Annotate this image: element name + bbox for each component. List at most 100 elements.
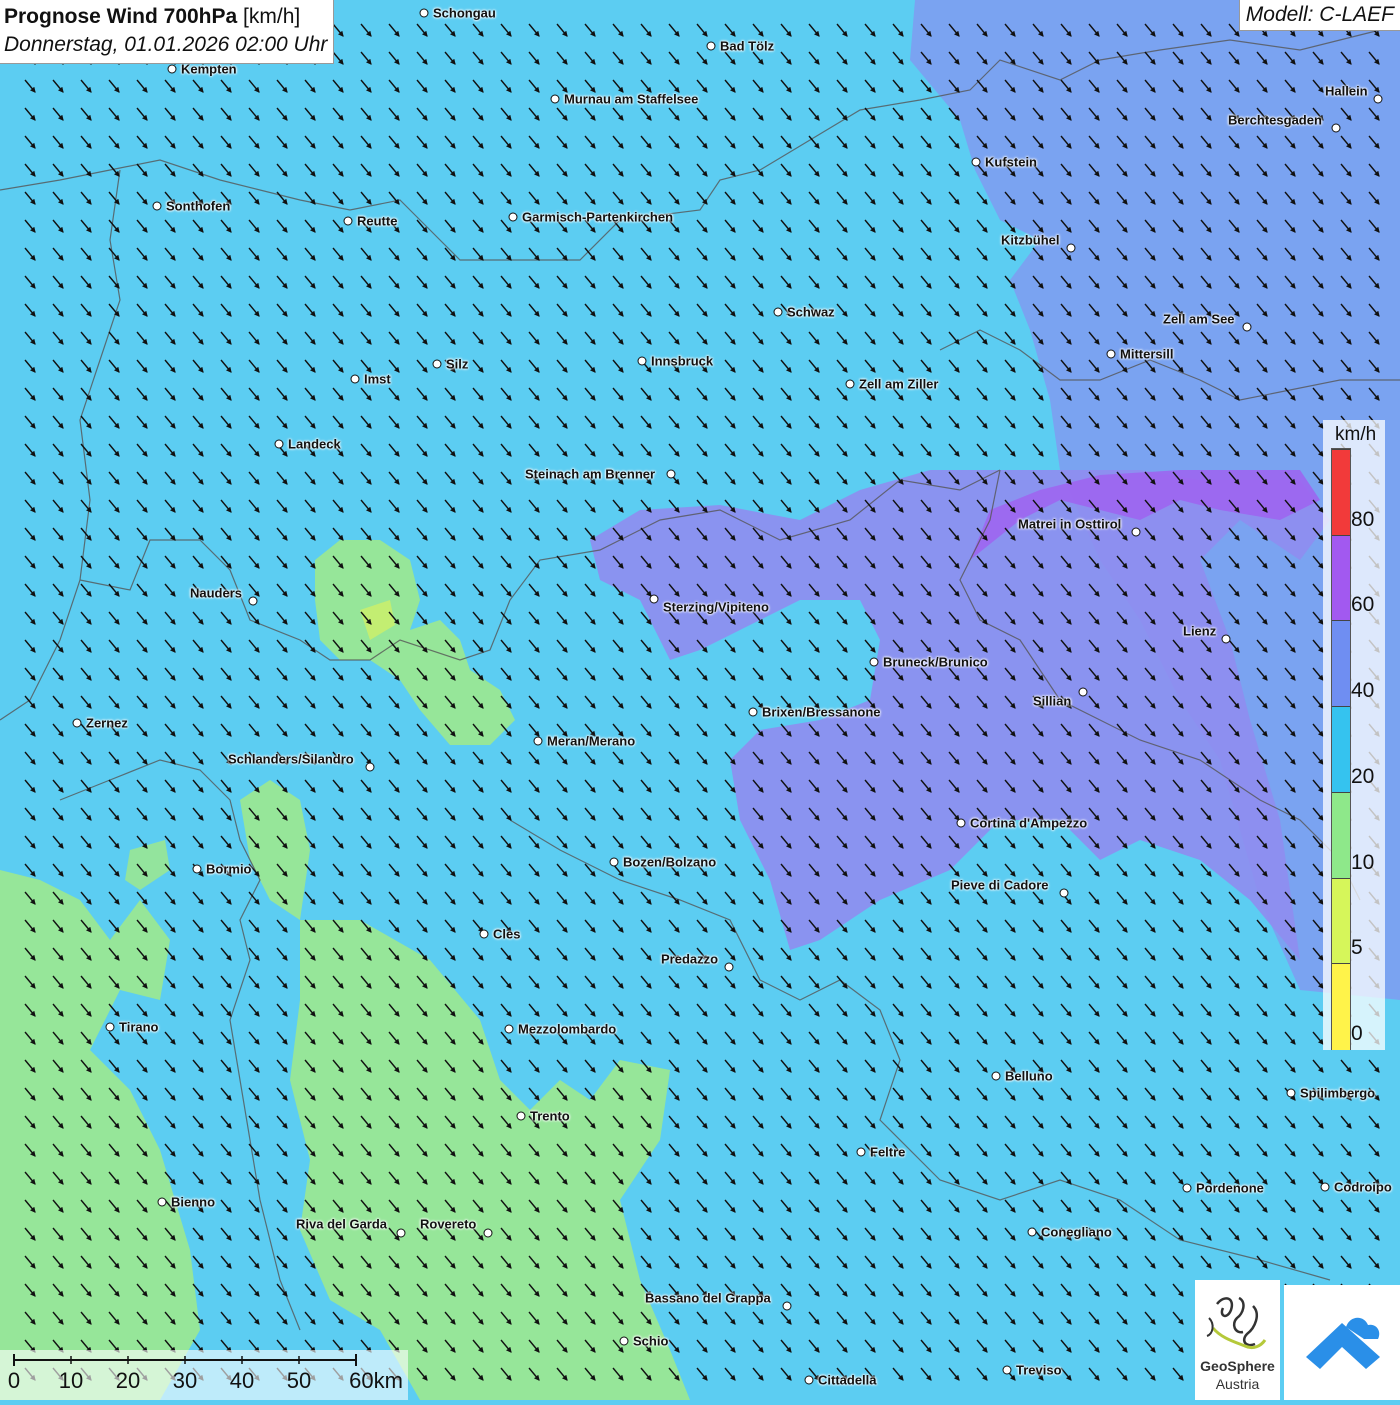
- brand-line-2: Austria: [1215, 1376, 1260, 1392]
- legend-segment: [1332, 534, 1350, 622]
- place-label: Pordenone: [1196, 1180, 1264, 1196]
- place-label: Pieve di Cadore: [951, 877, 1049, 893]
- place-marker[interactable]: [637, 356, 647, 366]
- place-marker[interactable]: [1286, 1088, 1296, 1098]
- place-marker[interactable]: [1221, 634, 1231, 644]
- place-marker[interactable]: [479, 929, 489, 939]
- place-label: Kitzbühel: [1001, 232, 1060, 248]
- place-marker[interactable]: [248, 596, 258, 606]
- place-marker[interactable]: [971, 157, 981, 167]
- place-marker[interactable]: [773, 307, 783, 317]
- scale-label: 60km: [349, 1368, 403, 1393]
- place-label: Zell am Ziller: [859, 376, 939, 392]
- place-marker[interactable]: [1027, 1227, 1037, 1237]
- place-marker[interactable]: [706, 41, 716, 51]
- place-marker[interactable]: [516, 1111, 526, 1121]
- place-marker[interactable]: [157, 1197, 167, 1207]
- place-label: Bassano del Grappa: [645, 1290, 771, 1306]
- legend-segment: [1332, 963, 1350, 1050]
- place-marker[interactable]: [192, 864, 202, 874]
- place-marker[interactable]: [619, 1336, 629, 1346]
- place-marker[interactable]: [483, 1228, 493, 1238]
- place-marker[interactable]: [504, 1024, 514, 1034]
- geosphere-logo[interactable]: GeoSphere Austria: [1195, 1280, 1280, 1400]
- place-marker[interactable]: [1373, 94, 1383, 104]
- legend-segment: [1332, 449, 1350, 536]
- place-label: Sillian: [1033, 693, 1072, 709]
- place-marker[interactable]: [1331, 123, 1341, 133]
- place-marker[interactable]: [856, 1147, 866, 1157]
- scale-label: 30: [172, 1368, 198, 1393]
- place-marker[interactable]: [508, 212, 518, 222]
- legend-segment: [1332, 620, 1350, 708]
- scale-label: 40: [229, 1368, 255, 1393]
- place-marker[interactable]: [804, 1375, 814, 1385]
- place-label: Riva del Garda: [296, 1216, 388, 1232]
- place-label: Mittersill: [1120, 346, 1174, 362]
- place-marker[interactable]: [1131, 527, 1141, 537]
- place-marker[interactable]: [365, 762, 375, 772]
- place-label: Sonthofen: [166, 198, 231, 214]
- place-label: Schongau: [433, 5, 496, 21]
- place-label: Berchtesgaden: [1228, 112, 1322, 128]
- place-label: Bad Tölz: [720, 38, 775, 54]
- place-marker[interactable]: [105, 1022, 115, 1032]
- place-label: Bruneck/Brunico: [883, 654, 988, 670]
- place-marker[interactable]: [1242, 322, 1252, 332]
- place-label: Mezzolombardo: [518, 1021, 617, 1037]
- place-marker[interactable]: [152, 201, 162, 211]
- place-label: Matrei in Osttirol: [1018, 516, 1122, 532]
- place-label: Garmisch-Partenkirchen: [522, 209, 674, 225]
- place-label: Codroipo: [1334, 1179, 1392, 1195]
- place-label: Cles: [493, 926, 521, 942]
- legend-unit: km/h: [1335, 424, 1377, 445]
- place-label: Reutte: [357, 213, 398, 229]
- brand-line-1: GeoSphere: [1200, 1358, 1275, 1374]
- place-marker[interactable]: [533, 736, 543, 746]
- cloud-logo[interactable]: [1284, 1285, 1400, 1400]
- place-marker[interactable]: [1106, 349, 1116, 359]
- place-marker[interactable]: [869, 657, 879, 667]
- place-marker[interactable]: [1066, 243, 1076, 253]
- legend-tick-label: 40: [1351, 679, 1375, 703]
- place-marker[interactable]: [1059, 888, 1069, 898]
- place-marker[interactable]: [666, 469, 676, 479]
- place-marker[interactable]: [748, 707, 758, 717]
- place-marker[interactable]: [609, 857, 619, 867]
- place-marker[interactable]: [1002, 1365, 1012, 1375]
- place-marker[interactable]: [991, 1071, 1001, 1081]
- place-marker[interactable]: [956, 818, 966, 828]
- place-marker[interactable]: [419, 8, 429, 18]
- place-label: Brixen/Bressanone: [762, 704, 881, 720]
- place-marker[interactable]: [550, 94, 560, 104]
- place-marker[interactable]: [274, 439, 284, 449]
- legend-tick-label: 0: [1351, 1022, 1363, 1045]
- place-marker[interactable]: [343, 216, 353, 226]
- place-marker[interactable]: [782, 1301, 792, 1311]
- place-marker[interactable]: [396, 1228, 406, 1238]
- place-marker[interactable]: [432, 359, 442, 369]
- place-marker[interactable]: [649, 594, 659, 604]
- place-marker[interactable]: [1182, 1183, 1192, 1193]
- place-label: Zernez: [86, 715, 128, 731]
- place-label: Sterzing/Vipiteno: [663, 599, 769, 615]
- legend-tick-label: 5: [1351, 936, 1363, 960]
- place-label: Spilimbergo: [1300, 1085, 1376, 1101]
- place-label: Zell am See: [1163, 311, 1235, 327]
- place-marker[interactable]: [1078, 687, 1088, 697]
- place-marker[interactable]: [845, 379, 855, 389]
- place-label: Hallein: [1325, 83, 1368, 99]
- place-label: Feltre: [870, 1144, 906, 1160]
- color-legend: km/h 80 60 40 20 10 5 0: [1323, 420, 1385, 1050]
- place-marker[interactable]: [167, 64, 177, 74]
- title-box: Prognose Wind 700hPa [km/h] Donnerstag, …: [0, 0, 335, 64]
- place-marker[interactable]: [350, 374, 360, 384]
- scale-label: 0: [7, 1368, 21, 1393]
- place-marker[interactable]: [72, 718, 82, 728]
- legend-tick-label: 60: [1351, 593, 1375, 617]
- scale-label: 20: [115, 1368, 141, 1393]
- place-label: Imst: [364, 371, 391, 387]
- place-marker[interactable]: [1320, 1182, 1330, 1192]
- place-marker[interactable]: [724, 962, 734, 972]
- place-label: Trento: [530, 1108, 570, 1124]
